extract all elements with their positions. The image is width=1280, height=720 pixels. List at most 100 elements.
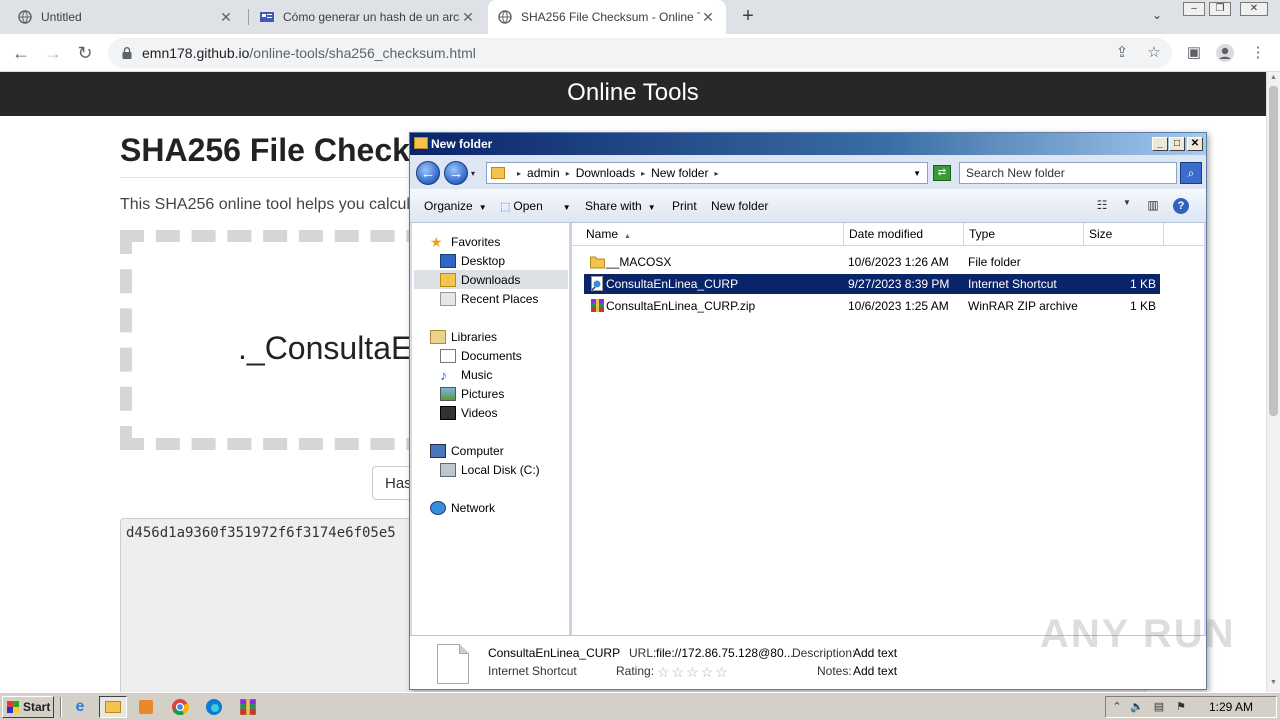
breadcrumb-new-folder[interactable]: New folder	[651, 166, 708, 180]
action-center-flag-icon[interactable]: ⚑	[1174, 700, 1188, 714]
scroll-down-arrow-icon[interactable]: ▼	[1270, 679, 1278, 686]
breadcrumb-downloads[interactable]: Downloads	[576, 166, 635, 180]
restore-window-button[interactable]: ❐	[1209, 2, 1231, 16]
nav-label: Downloads	[461, 272, 521, 287]
tab-sha256-checksum[interactable]: SHA256 File Checksum - Online Tools ✕	[488, 0, 726, 34]
nav-network[interactable]: Network	[430, 498, 495, 517]
details-notes-value[interactable]: Add text	[853, 664, 897, 678]
open-button[interactable]: ⬚ Open ▼	[500, 199, 571, 213]
recent-pages-chevron-icon[interactable]: ▾	[471, 169, 475, 178]
details-description-value[interactable]: Add text	[853, 646, 897, 660]
address-bar[interactable]: emn178.github.io/online-tools/sha256_che…	[108, 38, 1172, 68]
nav-local-disk[interactable]: Local Disk (C:)	[440, 460, 540, 479]
close-window-button[interactable]: ✕	[1240, 2, 1268, 16]
profile-avatar-icon[interactable]	[1215, 43, 1235, 63]
explorer-title-bar[interactable]: New folder _ □ ✕	[410, 133, 1206, 155]
column-type[interactable]: Type	[964, 223, 1084, 245]
nav-pictures[interactable]: Pictures	[440, 384, 504, 403]
file-row[interactable]: __MACOSX 10/6/2023 1:26 AM File folder	[584, 252, 1160, 272]
network-tray-icon[interactable]: ▤	[1152, 700, 1166, 714]
refresh-icon[interactable]: ⇄	[933, 165, 951, 181]
new-folder-button[interactable]: New folder	[711, 199, 768, 213]
explorer-back-icon[interactable]: ←	[416, 161, 440, 185]
breadcrumb-arrow-icon[interactable]: ▸	[714, 169, 718, 178]
more-menu-icon[interactable]: ⋮	[1248, 43, 1268, 63]
nav-favorites[interactable]: ★ Favorites	[430, 232, 500, 251]
forward-arrow-icon[interactable]: →	[42, 42, 64, 64]
site-header[interactable]: Online Tools	[0, 72, 1266, 116]
tab-search-chevron-icon[interactable]: ⌄	[1152, 8, 1162, 22]
chrome-icon[interactable]	[166, 696, 194, 718]
nav-recent-places[interactable]: Recent Places	[440, 289, 538, 308]
url-host: emn178.github.io	[142, 45, 250, 61]
breadcrumb-arrow-icon[interactable]: ▸	[641, 169, 645, 178]
side-panel-icon[interactable]: ▣	[1184, 43, 1204, 63]
rating-stars-icon[interactable]: ☆☆☆☆☆	[657, 664, 730, 681]
tab-hash-article[interactable]: Cómo generar un hash de un archivo ✕	[250, 0, 486, 34]
explorer-close-button[interactable]: ✕	[1187, 137, 1203, 151]
nav-videos[interactable]: Videos	[440, 403, 497, 422]
file-type: File folder	[968, 255, 1021, 269]
share-icon[interactable]: ⇪	[1112, 43, 1132, 63]
reload-icon[interactable]: ↻	[74, 42, 96, 64]
details-url-value[interactable]: file://172.86.75.128@80...	[656, 646, 794, 660]
nav-music[interactable]: ♪ Music	[440, 365, 492, 384]
taskbar-clock[interactable]: 1:29 AM	[1209, 700, 1253, 714]
minimize-window-button[interactable]: –	[1183, 2, 1205, 16]
lock-icon[interactable]	[122, 47, 132, 59]
file-size: 1 KB	[1129, 299, 1156, 313]
file-row[interactable]: ConsultaEnLinea_CURP.zip 10/6/2023 1:25 …	[584, 296, 1160, 316]
volume-icon[interactable]: 🔈	[1130, 700, 1144, 714]
explorer-maximize-button[interactable]: □	[1169, 137, 1185, 151]
new-tab-button[interactable]: +	[737, 5, 759, 27]
close-tab-icon[interactable]: ✕	[218, 9, 234, 26]
column-date-modified[interactable]: Date modified	[844, 223, 964, 245]
change-view-icon[interactable]: ☷	[1094, 198, 1110, 214]
windows-explorer-icon[interactable]	[99, 696, 127, 718]
close-tab-icon[interactable]: ✕	[700, 9, 716, 26]
tab-untitled[interactable]: Untitled ✕	[8, 0, 244, 34]
nav-desktop[interactable]: Desktop	[440, 251, 505, 270]
windows-taskbar: Start e ⌃ 🔈 ▤ ⚑ 1:29 AM	[0, 692, 1280, 720]
search-icon[interactable]: ⌕	[1180, 162, 1202, 184]
file-type: WinRAR ZIP archive	[968, 299, 1078, 313]
print-button[interactable]: Print	[672, 199, 697, 213]
disk-drive-icon	[440, 462, 456, 477]
nav-libraries[interactable]: Libraries	[430, 327, 497, 346]
nav-documents[interactable]: Documents	[440, 346, 522, 365]
breadcrumb-admin[interactable]: admin	[527, 166, 560, 180]
nav-downloads[interactable]: Downloads	[414, 270, 568, 289]
preview-pane-icon[interactable]: ▥	[1145, 198, 1161, 214]
organize-button[interactable]: Organize ▼	[424, 199, 487, 213]
column-size[interactable]: Size	[1084, 223, 1164, 245]
winrar-icon[interactable]	[234, 696, 262, 718]
file-row-selected[interactable]: ConsultaEnLinea_CURP 9/27/2023 8:39 PM I…	[584, 274, 1160, 294]
file-type: Internet Shortcut	[968, 277, 1057, 291]
explorer-minimize-button[interactable]: _	[1152, 137, 1168, 151]
column-name[interactable]: Name ▲	[572, 223, 844, 245]
edge-icon[interactable]	[200, 696, 228, 718]
page-scrollbar[interactable]: ▲ ▼	[1266, 72, 1280, 692]
address-dropdown-icon[interactable]: ▼	[913, 169, 921, 178]
bookmark-star-icon[interactable]: ☆	[1144, 43, 1164, 63]
scrollbar-thumb[interactable]	[1269, 86, 1278, 416]
breadcrumb-arrow-icon[interactable]: ▸	[517, 169, 521, 178]
media-player-icon[interactable]	[132, 696, 160, 718]
view-options-chevron-icon[interactable]: ▼	[1119, 198, 1135, 214]
close-tab-icon[interactable]: ✕	[460, 9, 476, 26]
show-hidden-icons-icon[interactable]: ⌃	[1110, 700, 1124, 714]
internet-explorer-icon[interactable]: e	[66, 696, 94, 718]
explorer-forward-icon[interactable]: →	[444, 161, 468, 185]
back-arrow-icon[interactable]: ←	[10, 42, 32, 64]
scroll-up-arrow-icon[interactable]: ▲	[1270, 74, 1278, 81]
share-with-button[interactable]: Share with ▼	[585, 199, 656, 213]
nav-computer[interactable]: Computer	[430, 441, 504, 460]
file-size: 1 KB	[1129, 277, 1156, 291]
help-icon[interactable]: ?	[1173, 198, 1189, 214]
start-button[interactable]: Start	[2, 696, 54, 718]
details-notes-label: Notes:	[817, 664, 852, 678]
breadcrumb-arrow-icon[interactable]: ▸	[566, 169, 570, 178]
explorer-search-input[interactable]: Search New folder	[959, 162, 1177, 184]
globe-icon	[18, 10, 32, 24]
explorer-address-bar[interactable]: ▸ admin ▸ Downloads ▸ New folder ▸ ▼	[486, 162, 928, 184]
